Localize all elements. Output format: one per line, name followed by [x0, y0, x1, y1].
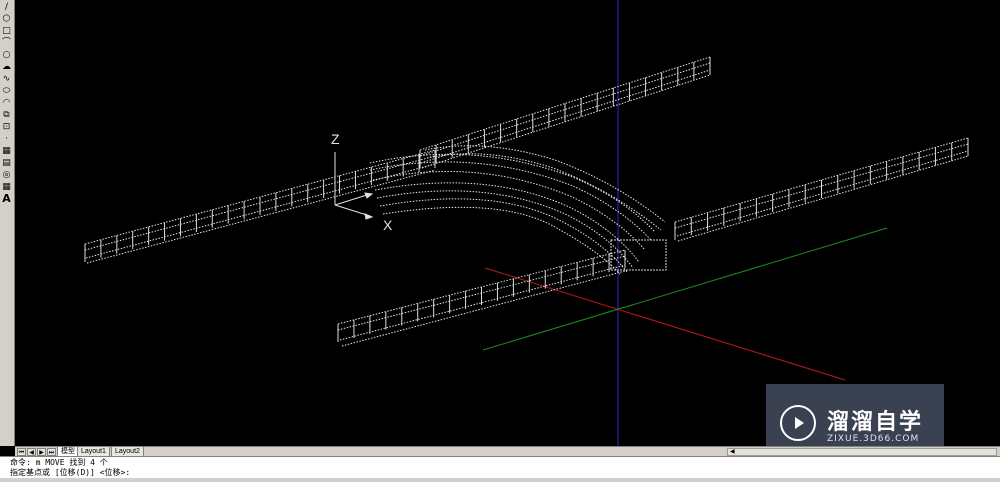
bridge-wireframe[interactable] — [84, 56, 969, 347]
ucs-x-label: X — [383, 217, 393, 233]
circle-tool[interactable]: ○ — [1, 50, 12, 60]
bridge-pier — [610, 239, 667, 271]
watermark-title: 溜溜自学 — [827, 410, 924, 435]
last-tab-button[interactable]: ⏭ — [47, 448, 56, 456]
next-tab-button[interactable]: ▶ — [37, 448, 46, 456]
line-tool[interactable]: / — [1, 2, 12, 12]
status-bar — [0, 478, 1000, 482]
ucs-z-label: Z — [331, 131, 340, 147]
region-tool[interactable]: ◎ — [1, 170, 12, 180]
table-tool[interactable]: ▦ — [1, 182, 12, 192]
play-logo-icon — [780, 405, 816, 441]
gradient-tool[interactable]: ▤ — [1, 158, 12, 168]
mtext-tool[interactable]: A — [1, 193, 12, 204]
watermark-url: ZIXUE.3D66.COM — [827, 434, 920, 444]
drawing-canvas[interactable]: Z X — [15, 0, 1000, 446]
rectangle-tool[interactable]: □ — [1, 26, 12, 36]
polygon-tool[interactable]: ⬡ — [1, 14, 12, 24]
ellipse-tool[interactable]: ⬭ — [1, 86, 12, 96]
command-history-line: 命令: m MOVE 找到 4 个 — [10, 458, 108, 467]
y-axis-line — [482, 227, 888, 351]
command-prompt-line[interactable]: 指定基点或 [位移(D)] <位移>: — [10, 468, 130, 478]
make-block-tool[interactable]: ⊡ — [1, 122, 12, 132]
spline-tool[interactable]: ∿ — [1, 74, 12, 84]
revcloud-tool[interactable]: ☁ — [1, 62, 12, 72]
horizontal-scrollbar[interactable]: ◀ — [727, 448, 997, 456]
prev-tab-button[interactable]: ◀ — [27, 448, 36, 456]
x-axis-line — [484, 267, 846, 381]
arc-tool[interactable]: ⌒ — [1, 38, 12, 48]
insert-block-tool[interactable]: ⧉ — [1, 110, 12, 120]
point-tool[interactable]: · — [1, 134, 12, 144]
hatch-tool[interactable]: ▦ — [1, 146, 12, 156]
ellipse-arc-tool[interactable]: ◠ — [1, 98, 12, 108]
model-viewport[interactable]: Z X — [15, 0, 1000, 446]
draw-toolbar: / ⬡ □ ⌒ ○ ☁ ∿ ⬭ ◠ ⧉ ⊡ · ▦ ▤ ◎ ▦ A — [0, 0, 15, 446]
railing-posts — [84, 57, 969, 342]
scroll-left-icon[interactable]: ◀ — [730, 448, 735, 455]
first-tab-button[interactable]: ⏮ — [17, 448, 26, 456]
